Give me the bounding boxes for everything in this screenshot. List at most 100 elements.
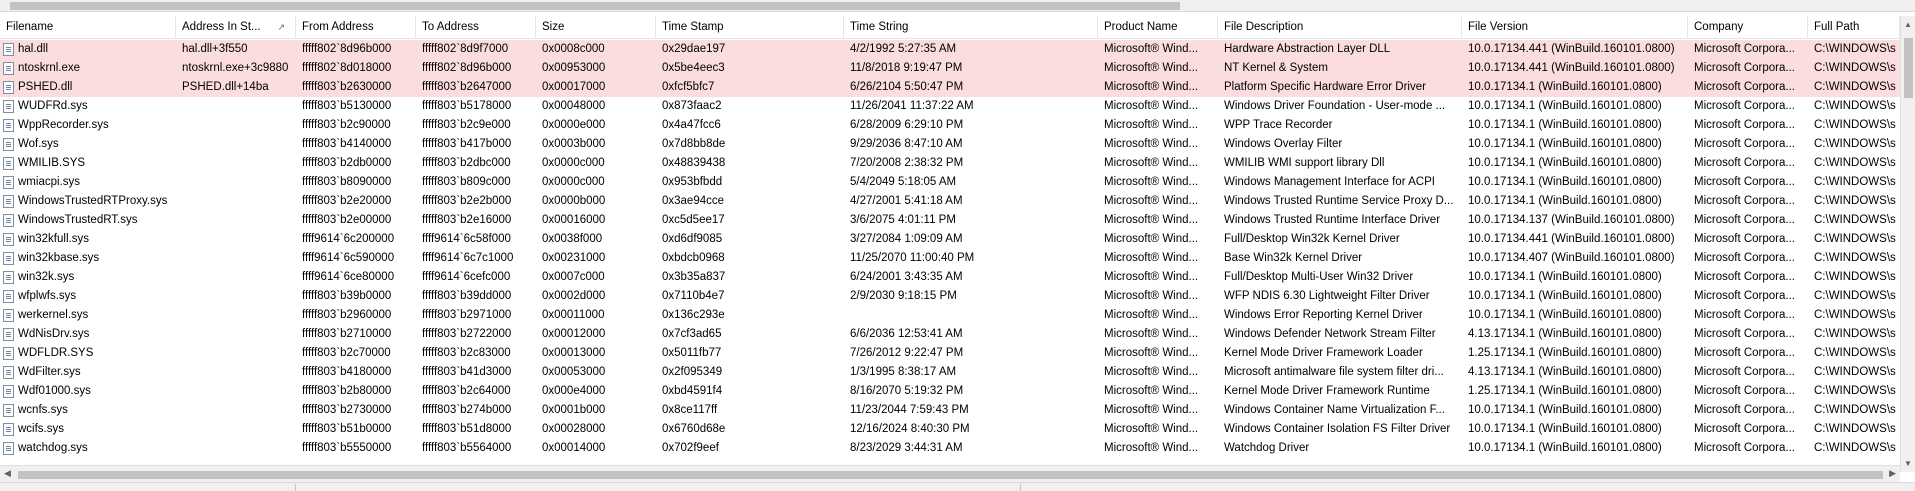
cell-time-string: 4/2/1992 5:27:35 AM (844, 40, 1098, 59)
file-description-text: Base Win32k Kernel Driver (1224, 252, 1363, 264)
time-string-text: 11/8/2018 9:19:47 PM (850, 62, 963, 74)
cell-company: Microsoft Corpora... (1688, 268, 1808, 287)
column-header-file-description[interactable]: File Description (1218, 16, 1462, 39)
cell-full-path: C:\WINDOWS\s (1808, 192, 1900, 211)
table-row[interactable]: werkernel.sys fffff803`b2960000 fffff803`b… (0, 306, 1900, 325)
full-path-text: C:\WINDOWS\s (1814, 214, 1896, 226)
scroll-right-arrow-icon[interactable]: ▶ (1889, 468, 1896, 479)
table-row[interactable]: WindowsTrustedRT.sys fffff803`b2e00000 fff… (0, 211, 1900, 230)
table-row[interactable]: ntoskrnl.exe ntoskrnl.exe+3c9880 fffff802`… (0, 59, 1900, 78)
cell-file-description: NT Kernel & System (1218, 59, 1462, 78)
cell-from-address: fffff803`b5130000 (296, 97, 416, 116)
horizontal-scrollbar[interactable]: ◀ ▶ (0, 465, 1900, 482)
time-stamp-text: 0x3ae94cce (662, 195, 725, 207)
file-icon (3, 81, 14, 94)
cell-address-in-stack (176, 97, 296, 116)
column-header-company[interactable]: Company (1688, 16, 1808, 39)
table-row[interactable]: WdNisDrv.sys fffff803`b2710000 fffff803`b2… (0, 325, 1900, 344)
to-address-text: ffff9614`6c7c1000 (422, 252, 514, 264)
cell-time-stamp: 0x953bfbdd (656, 173, 844, 192)
cell-file-description: WMILIB WMI support library Dll (1218, 154, 1462, 173)
table-row[interactable]: wfplwfs.sys fffff803`b39b0000 fffff803`b39… (0, 287, 1900, 306)
modules-list-view[interactable]: Filename Address In St... ↗ From Address … (0, 16, 1900, 472)
table-row[interactable]: watchdog.sys fffff803`b5550000 fffff803`b5… (0, 439, 1900, 458)
table-row[interactable]: WindowsTrustedRTProxy.sys fffff803`b2e200… (0, 192, 1900, 211)
column-header-from-address[interactable]: From Address (296, 16, 416, 39)
time-string-text: 1/3/1995 8:38:17 AM (850, 366, 957, 378)
cell-time-stamp: 0x702f9eef (656, 439, 844, 458)
cell-time-string: 11/23/2044 7:59:43 PM (844, 401, 1098, 420)
table-row[interactable]: win32k.sys ffff9614`6ce80000 ffff9614`6cef… (0, 268, 1900, 287)
table-row[interactable]: WdFilter.sys fffff803`b4180000 fffff803`b4… (0, 363, 1900, 382)
full-path-text: C:\WINDOWS\s (1814, 423, 1896, 435)
file-version-text: 10.0.17134.1 (WinBuild.160101.0800) (1468, 404, 1662, 416)
scroll-down-arrow-icon[interactable]: ▼ (1904, 459, 1912, 468)
company-text: Microsoft Corpora... (1694, 195, 1795, 207)
table-row[interactable]: WppRecorder.sys fffff803`b2c90000 fffff803… (0, 116, 1900, 135)
scroll-up-arrow-icon[interactable]: ▲ (1904, 20, 1912, 29)
file-description-text: Kernel Mode Driver Framework Runtime (1224, 385, 1430, 397)
cell-from-address: ffff9614`6c590000 (296, 249, 416, 268)
table-row[interactable]: hal.dll hal.dll+3f550 fffff802`8d96b000 fff… (0, 40, 1900, 59)
cell-filename: win32kfull.sys (0, 230, 176, 249)
cell-file-version: 4.13.17134.1 (WinBuild.160101.0800) (1462, 325, 1688, 344)
file-version-text: 1.25.17134.1 (WinBuild.160101.0800) (1468, 347, 1662, 359)
column-header-time-stamp[interactable]: Time Stamp (656, 16, 844, 39)
table-row[interactable]: win32kbase.sys ffff9614`6c590000 ffff9614`… (0, 249, 1900, 268)
column-header-size[interactable]: Size (536, 16, 656, 39)
size-text: 0x0000e000 (542, 119, 606, 131)
time-string-text: 6/6/2036 12:53:41 AM (850, 328, 963, 340)
cell-address-in-stack (176, 230, 296, 249)
table-row[interactable]: Wof.sys fffff803`b4140000 fffff803`b417b00… (0, 135, 1900, 154)
table-row[interactable]: wcifs.sys fffff803`b51b0000 fffff803`b51d8… (0, 420, 1900, 439)
product-name-text: Microsoft® Wind... (1104, 233, 1199, 245)
cell-to-address: fffff803`b2647000 (416, 78, 536, 97)
table-row[interactable]: Wdf01000.sys fffff803`b2b80000 fffff803`b2… (0, 382, 1900, 401)
size-text: 0x0000c000 (542, 176, 605, 188)
table-row[interactable]: PSHED.dll PSHED.dll+14ba fffff803`b2630000… (0, 78, 1900, 97)
column-header-filename[interactable]: Filename (0, 16, 176, 39)
file-icon (3, 309, 14, 322)
address-in-stack-text: hal.dll+3f550 (182, 43, 248, 55)
column-header-product-name[interactable]: Product Name (1098, 16, 1218, 39)
time-string-text: 6/26/2104 5:50:47 PM (850, 81, 964, 93)
vertical-scrollbar-thumb[interactable] (1904, 38, 1913, 98)
cell-from-address: fffff803`b5550000 (296, 439, 416, 458)
cell-time-string: 1/3/1995 8:38:17 AM (844, 363, 1098, 382)
column-header-to-address[interactable]: To Address (416, 16, 536, 39)
cell-filename: Wof.sys (0, 135, 176, 154)
top-scrollbar-thumb[interactable] (10, 2, 1180, 10)
table-row[interactable]: WDFLDR.SYS fffff803`b2c70000 fffff803`b2c8… (0, 344, 1900, 363)
column-header-time-string[interactable]: Time String (844, 16, 1098, 39)
cell-file-description: Full/Desktop Multi-User Win32 Driver (1218, 268, 1462, 287)
table-row[interactable]: wmiacpi.sys fffff803`b8090000 fffff803`b80… (0, 173, 1900, 192)
table-row[interactable]: win32kfull.sys ffff9614`6c200000 ffff9614`… (0, 230, 1900, 249)
cell-file-version: 10.0.17134.407 (WinBuild.160101.0800) (1462, 249, 1688, 268)
time-stamp-text: 0x48839438 (662, 157, 726, 169)
to-address-text: fffff803`b2dbc000 (422, 157, 511, 169)
time-stamp-text: 0x8ce117ff (662, 404, 718, 416)
file-icon (3, 214, 14, 227)
top-horizontal-scrollbar[interactable] (0, 0, 1915, 12)
table-row[interactable]: WMILIB.SYS fffff803`b2db0000 fffff803`b2db… (0, 154, 1900, 173)
cell-time-string: 7/20/2008 2:38:32 PM (844, 154, 1098, 173)
cell-file-version: 1.25.17134.1 (WinBuild.160101.0800) (1462, 344, 1688, 363)
table-row[interactable]: wcnfs.sys fffff803`b2730000 fffff803`b274b… (0, 401, 1900, 420)
cell-full-path: C:\WINDOWS\s (1808, 401, 1900, 420)
column-header-full-path[interactable]: Full Path (1808, 16, 1900, 39)
cell-full-path: C:\WINDOWS\s (1808, 382, 1900, 401)
column-header-address-in-stack[interactable]: Address In St... ↗ (176, 16, 296, 39)
cell-address-in-stack (176, 401, 296, 420)
column-header-file-version[interactable]: File Version (1462, 16, 1688, 39)
scroll-left-arrow-icon[interactable]: ◀ (4, 468, 11, 479)
company-text: Microsoft Corpora... (1694, 347, 1795, 359)
vertical-scrollbar[interactable]: ▲ ▼ (1900, 16, 1915, 472)
table-row[interactable]: WUDFRd.sys fffff803`b5130000 fffff803`b517… (0, 97, 1900, 116)
file-version-text: 10.0.17134.407 (WinBuild.160101.0800) (1468, 252, 1675, 264)
cell-file-version: 4.13.17134.1 (WinBuild.160101.0800) (1462, 363, 1688, 382)
full-path-text: C:\WINDOWS\s (1814, 195, 1896, 207)
horizontal-scrollbar-thumb[interactable] (18, 471, 1883, 479)
cell-time-stamp: 0x5011fb77 (656, 344, 844, 363)
to-address-text: fffff803`b2e16000 (422, 214, 512, 226)
from-address-text: fffff803`b39b0000 (302, 290, 392, 302)
